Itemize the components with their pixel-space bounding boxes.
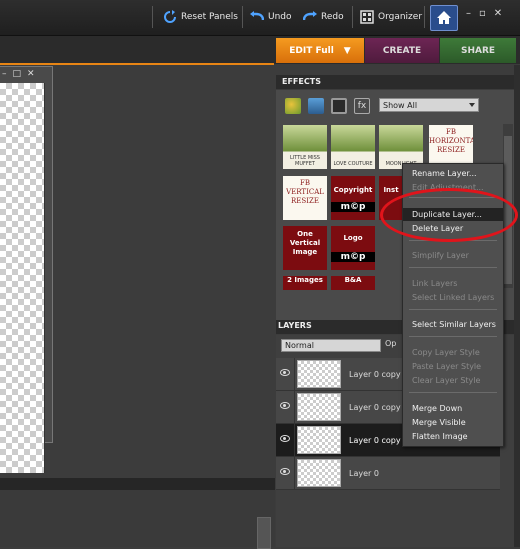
chevron-down-icon[interactable]: ▼ xyxy=(344,46,351,56)
share-label: SHARE xyxy=(460,45,496,56)
minimize-icon[interactable]: – xyxy=(2,69,13,79)
effects-panel-header: EFFECTS xyxy=(276,75,520,89)
restore-icon[interactable]: ▫ xyxy=(479,8,494,19)
accent-line xyxy=(0,63,274,65)
close-icon[interactable]: ✕ xyxy=(27,69,41,79)
layer-name: Layer 0 xyxy=(349,469,379,478)
menu-item-rename-layer[interactable]: Rename Layer... xyxy=(403,167,503,180)
mcp-mark: m©p xyxy=(331,252,375,262)
fx-icon[interactable]: fx xyxy=(354,98,370,114)
reset-panels-button[interactable]: Reset Panels xyxy=(163,8,238,26)
photo-effects-icon[interactable] xyxy=(308,98,324,114)
layer-thumbnail xyxy=(297,426,341,454)
toolbar-separator xyxy=(152,6,153,28)
blend-mode-dropdown[interactable]: Normal xyxy=(281,339,381,352)
effect-thumb[interactable]: LOVE COUTURE xyxy=(331,125,375,169)
menu-item-duplicate-layer[interactable]: Duplicate Layer... xyxy=(403,208,503,221)
layer-thumbnail xyxy=(297,393,341,421)
redo-icon xyxy=(303,11,317,21)
layer-row[interactable]: Layer 0 xyxy=(276,457,500,490)
canvas-transparent[interactable] xyxy=(0,83,45,473)
effect-thumb[interactable]: Logo m©p xyxy=(331,226,375,270)
effects-scroll-thumb[interactable] xyxy=(504,136,512,284)
layer-context-menu: Rename Layer... Edit Adjustment... Dupli… xyxy=(402,163,504,447)
filters-icon[interactable] xyxy=(331,98,347,114)
menu-item-clear-layer-style: Clear Layer Style xyxy=(412,376,481,385)
organizer-label: Organizer xyxy=(378,12,423,22)
effect-thumb[interactable]: FB VERTICAL RESIZE xyxy=(283,176,327,220)
undo-icon xyxy=(250,11,264,21)
edit-full-label: EDIT Full xyxy=(289,45,334,56)
menu-separator xyxy=(409,240,497,241)
undo-label: Undo xyxy=(268,12,292,22)
minimize-icon[interactable]: – xyxy=(466,8,479,19)
layer-name: Layer 0 copy xyxy=(349,403,401,412)
layer-name: Layer 0 copy xyxy=(349,370,401,379)
toolbar-separator xyxy=(242,6,243,28)
menu-item-select-linked-layers: Select Linked Layers xyxy=(412,293,495,302)
mcp-mark: m©p xyxy=(331,202,375,212)
menu-item-select-similar-layers[interactable]: Select Similar Layers xyxy=(403,318,503,331)
effects-tab[interactable]: EFFECTS xyxy=(278,76,325,87)
menu-item-simplify-layer: Simplify Layer xyxy=(412,251,469,260)
panel-edge xyxy=(514,65,520,547)
effect-thumb[interactable]: One Vertical Image xyxy=(283,226,327,270)
menu-separator xyxy=(409,197,497,198)
eye-icon[interactable] xyxy=(280,435,290,442)
menu-separator xyxy=(409,267,497,268)
reset-panels-label: Reset Panels xyxy=(181,12,238,22)
menu-item-edit-adjustment: Edit Adjustment... xyxy=(412,183,484,192)
project-bin-scrollbar[interactable] xyxy=(257,517,271,549)
layer-thumbnail xyxy=(297,360,341,388)
document-window: –□✕ xyxy=(0,66,53,473)
effect-thumb[interactable]: LITTLE MISS MUFFET xyxy=(283,125,327,169)
undo-button[interactable]: Undo xyxy=(250,8,292,26)
menu-separator xyxy=(409,392,497,393)
create-tab[interactable]: CREATE xyxy=(365,38,439,63)
opacity-label: Op xyxy=(385,339,397,348)
layer-thumbnail xyxy=(297,459,341,487)
menu-item-flatten-image[interactable]: Flatten Image xyxy=(403,430,503,443)
top-toolbar: Reset Panels Undo Redo Organizer –▫✕ xyxy=(0,0,520,36)
toolbar-separator xyxy=(424,6,425,28)
layers-tab[interactable]: LAYERS xyxy=(278,321,312,330)
project-bin xyxy=(0,490,275,547)
effect-thumb[interactable]: Copyright m©p xyxy=(331,176,375,220)
create-label: CREATE xyxy=(382,45,422,56)
menu-item-link-layers: Link Layers xyxy=(412,279,458,288)
eye-icon[interactable] xyxy=(280,369,290,376)
maximize-icon[interactable]: □ xyxy=(13,69,28,79)
organizer-button[interactable]: Organizer xyxy=(360,8,422,26)
menu-item-delete-layer[interactable]: Delete Layer xyxy=(403,222,503,235)
document-window-controls[interactable]: –□✕ xyxy=(2,69,41,79)
chevron-down-icon xyxy=(469,103,475,107)
menu-item-paste-layer-style: Paste Layer Style xyxy=(412,362,482,371)
home-button[interactable] xyxy=(430,5,458,31)
effect-thumb[interactable]: B&A xyxy=(331,276,375,290)
organizer-icon xyxy=(360,10,374,24)
layer-name: Layer 0 copy xyxy=(349,436,401,445)
effect-thumb[interactable]: Inst xyxy=(379,176,403,220)
menu-separator xyxy=(409,309,497,310)
eye-icon[interactable] xyxy=(280,468,290,475)
effects-filter-value: Show All xyxy=(383,100,418,110)
redo-button[interactable]: Redo xyxy=(303,8,344,26)
eye-icon[interactable] xyxy=(280,402,290,409)
menu-item-merge-down[interactable]: Merge Down xyxy=(403,402,503,415)
toolbar-separator xyxy=(352,6,353,28)
project-bin-header xyxy=(0,478,275,490)
layer-styles-icon[interactable] xyxy=(285,98,301,114)
home-icon xyxy=(437,11,451,24)
redo-label: Redo xyxy=(321,12,344,22)
close-icon[interactable]: ✕ xyxy=(494,8,510,19)
window-controls[interactable]: –▫✕ xyxy=(466,8,510,19)
menu-item-copy-layer-style: Copy Layer Style xyxy=(412,348,480,357)
menu-separator xyxy=(409,336,497,337)
effect-thumb[interactable]: 2 Images xyxy=(283,276,327,290)
effects-filter-dropdown[interactable]: Show All xyxy=(379,98,479,112)
menu-item-merge-visible[interactable]: Merge Visible xyxy=(403,416,503,429)
reset-icon xyxy=(164,10,176,23)
share-tab[interactable]: SHARE xyxy=(440,38,516,63)
edit-full-tab[interactable]: EDIT Full ▼ xyxy=(276,38,364,63)
